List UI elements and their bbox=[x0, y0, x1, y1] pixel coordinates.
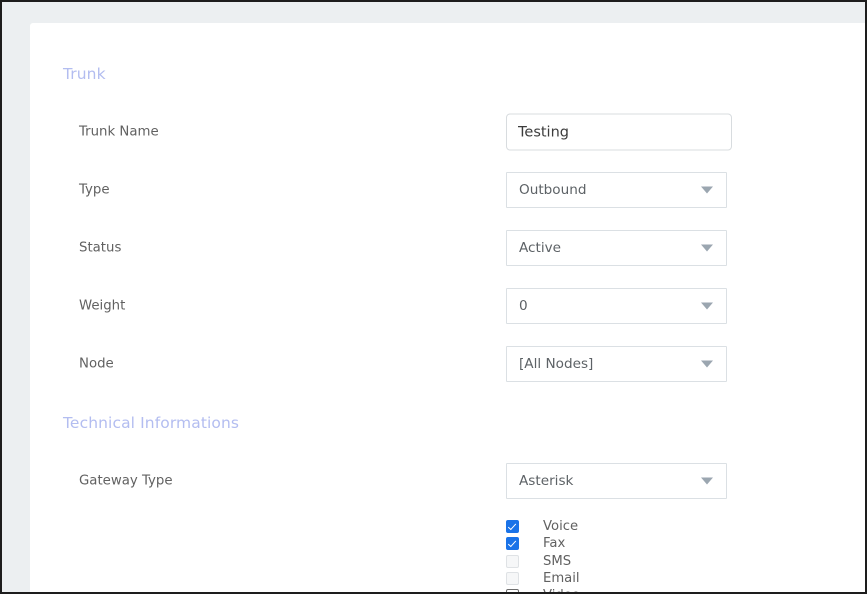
label-type: Type bbox=[79, 182, 110, 198]
control-trunk-name bbox=[506, 113, 732, 151]
chevron-down-icon bbox=[701, 360, 713, 368]
capabilities-checkbox-group: VoiceFaxSMS EmailVideo bbox=[506, 518, 580, 592]
checkbox-video-icon[interactable] bbox=[506, 589, 519, 592]
capability-label-sms: SMS bbox=[543, 553, 572, 569]
capability-label-voice: Voice bbox=[543, 519, 579, 535]
label-trunk-name: Trunk Name bbox=[79, 124, 159, 140]
chevron-down-icon bbox=[701, 477, 713, 485]
capability-label-email: Email bbox=[543, 571, 580, 587]
control-type: Outbound bbox=[506, 172, 727, 208]
gateway-type-select[interactable]: Asterisk bbox=[506, 463, 727, 499]
form-row-status: Status Active bbox=[30, 228, 865, 268]
checkbox-sms-icon bbox=[506, 554, 519, 568]
capability-row-video[interactable]: Video bbox=[506, 587, 580, 592]
window-frame: Trunk Trunk Name Type Outbound Status bbox=[0, 0, 867, 594]
capability-row-voice[interactable]: Voice bbox=[506, 518, 580, 535]
chevron-down-icon bbox=[701, 244, 713, 252]
node-select[interactable]: [All Nodes] bbox=[506, 346, 727, 382]
trunk-settings-card: Trunk Trunk Name Type Outbound Status bbox=[30, 23, 865, 592]
status-select[interactable]: Active bbox=[506, 230, 727, 266]
weight-select[interactable]: 0 bbox=[506, 288, 727, 324]
label-gateway-type: Gateway Type bbox=[79, 473, 173, 489]
control-weight: 0 bbox=[506, 288, 727, 324]
node-select-value: [All Nodes] bbox=[519, 356, 594, 372]
label-weight: Weight bbox=[79, 298, 126, 314]
form-row-gateway-type: Gateway Type Asterisk bbox=[30, 461, 865, 501]
trunk-name-input[interactable] bbox=[506, 113, 732, 151]
form-row-trunk-name: Trunk Name bbox=[30, 112, 865, 152]
label-status: Status bbox=[79, 240, 122, 256]
gateway-type-select-value: Asterisk bbox=[519, 473, 574, 489]
capability-row-sms: SMS bbox=[506, 553, 580, 570]
capability-label-fax: Fax bbox=[543, 536, 566, 552]
chevron-down-icon bbox=[701, 186, 713, 194]
capability-row-email: Email bbox=[506, 570, 580, 587]
capability-row-fax[interactable]: Fax bbox=[506, 535, 580, 552]
form-row-type: Type Outbound bbox=[30, 170, 865, 210]
checkbox-email-icon bbox=[506, 572, 519, 586]
type-select-value: Outbound bbox=[519, 182, 587, 198]
type-select[interactable]: Outbound bbox=[506, 172, 727, 208]
section-heading-trunk: Trunk bbox=[63, 65, 106, 83]
control-gateway-type: Asterisk bbox=[506, 463, 727, 499]
form-row-node: Node [All Nodes] bbox=[30, 344, 865, 384]
weight-select-value: 0 bbox=[519, 298, 528, 314]
label-node: Node bbox=[79, 356, 114, 372]
checkbox-fax-checked-icon[interactable] bbox=[506, 537, 519, 551]
checkbox-voice-checked-icon[interactable] bbox=[506, 520, 519, 534]
capability-label-video: Video bbox=[543, 588, 580, 592]
section-heading-technical-informations: Technical Informations bbox=[63, 414, 240, 432]
control-status: Active bbox=[506, 230, 727, 266]
form-row-weight: Weight 0 bbox=[30, 286, 865, 326]
chevron-down-icon bbox=[701, 302, 713, 310]
control-node: [All Nodes] bbox=[506, 346, 727, 382]
status-select-value: Active bbox=[519, 240, 562, 256]
